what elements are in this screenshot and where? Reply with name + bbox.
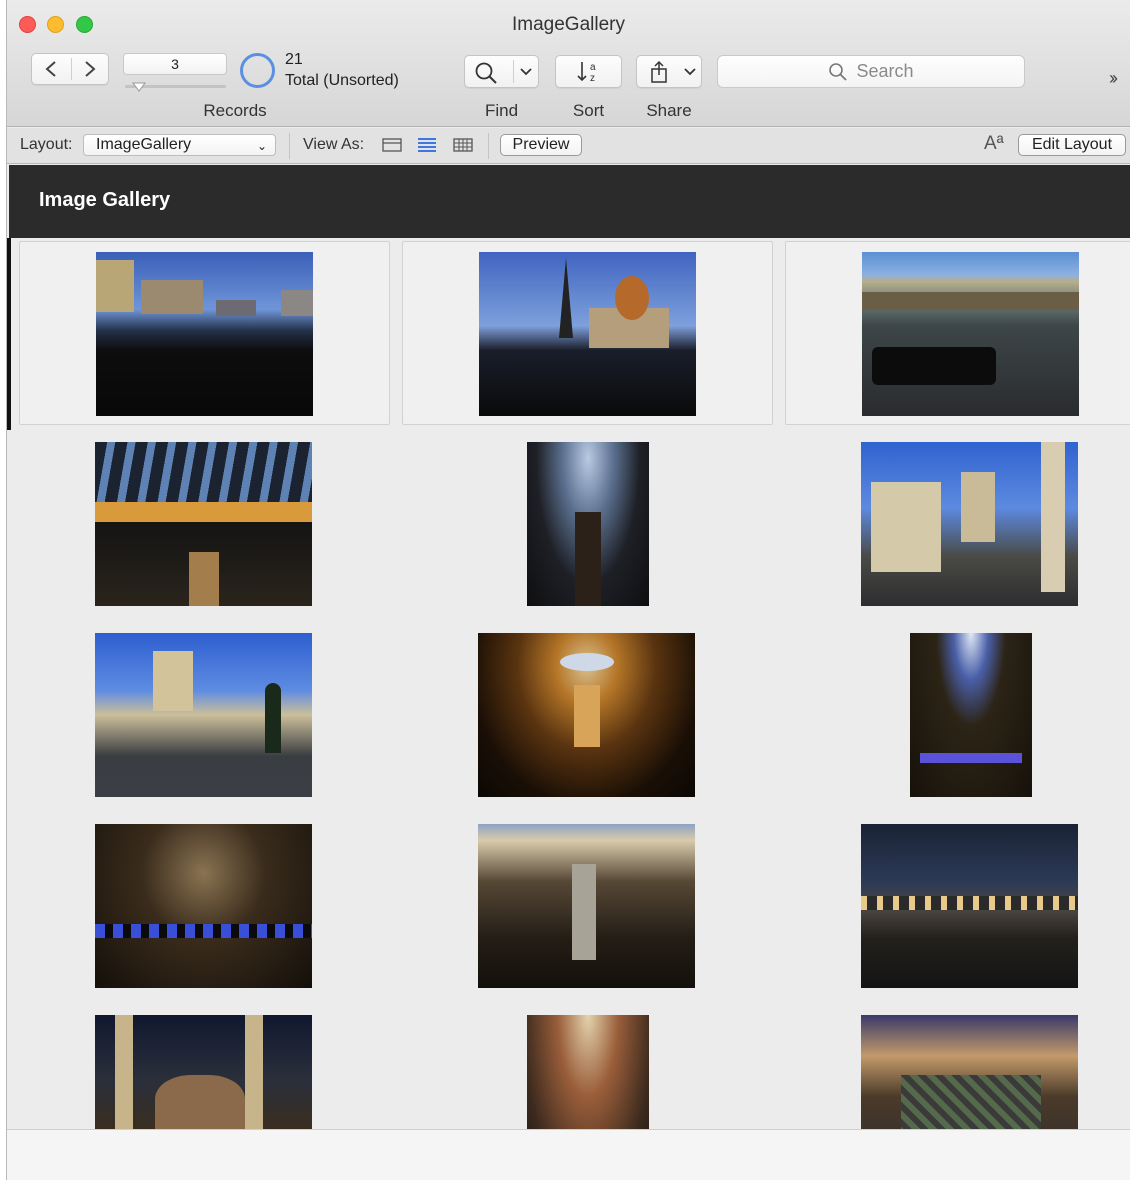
gallery-record[interactable] (785, 432, 1130, 616)
chevron-down-icon[interactable] (683, 66, 697, 78)
photo-thumbnail[interactable] (478, 824, 695, 988)
font-size-icon[interactable]: Aª (984, 133, 1004, 155)
layout-label: Layout: (20, 136, 73, 153)
photo-thumbnail[interactable] (95, 1015, 312, 1129)
total-records-count: 21 (285, 51, 303, 68)
edit-layout-button[interactable]: Edit Layout (1018, 134, 1126, 156)
slider-thumb-icon[interactable] (132, 82, 146, 92)
gallery-record[interactable] (19, 241, 390, 425)
gallery-record[interactable] (785, 814, 1130, 998)
gallery-record[interactable] (785, 241, 1130, 425)
layout-select[interactable]: ImageGallery ⌄ (83, 134, 276, 156)
page-title: Image Gallery (39, 189, 171, 211)
search-input[interactable]: Search (717, 55, 1025, 88)
gallery-record[interactable] (19, 432, 390, 616)
svg-text:a: a (590, 62, 596, 73)
image-grid (17, 241, 1130, 1129)
gallery-record[interactable] (785, 1005, 1130, 1129)
share-icon (651, 60, 667, 83)
photo-thumbnail[interactable] (95, 442, 312, 606)
photo-thumbnail[interactable] (861, 824, 1078, 988)
current-record-field[interactable]: 3 (123, 53, 227, 75)
gallery-record[interactable] (785, 623, 1130, 807)
chevron-down-icon: ⌄ (256, 139, 267, 153)
gallery-record[interactable] (402, 814, 773, 998)
photo-thumbnail[interactable] (861, 1015, 1078, 1129)
photo-thumbnail[interactable] (527, 1015, 649, 1129)
window-title: ImageGallery (512, 14, 625, 35)
search-placeholder: Search (856, 61, 914, 81)
chevron-down-icon[interactable] (519, 66, 533, 78)
chevron-right-icon (85, 61, 96, 77)
records-label: Records (203, 101, 267, 120)
share-button[interactable] (636, 55, 702, 88)
record-progress-ring-icon (240, 53, 275, 88)
view-as-label: View As: (303, 136, 365, 153)
table-view-icon[interactable] (453, 137, 473, 153)
gallery-record[interactable] (19, 814, 390, 998)
preview-button[interactable]: Preview (500, 134, 582, 156)
previous-record-button[interactable] (32, 54, 71, 84)
toolbar: ImageGallery 3 Records 21 Total (Unsorte… (7, 0, 1130, 127)
find-button[interactable] (464, 55, 539, 88)
next-record-button[interactable] (71, 54, 109, 84)
photo-thumbnail[interactable] (527, 442, 649, 606)
photo-thumbnail[interactable] (96, 252, 313, 416)
active-record-indicator (7, 238, 11, 430)
filemaker-window: ImageGallery 3 Records 21 Total (Unsorte… (6, 0, 1130, 1180)
chevron-left-icon (45, 61, 56, 77)
sort-button[interactable]: az (555, 55, 622, 88)
total-records-label: Total (Unsorted) (285, 72, 399, 89)
gallery-record[interactable] (402, 1005, 773, 1129)
photo-thumbnail[interactable] (862, 252, 1079, 416)
form-view-icon[interactable] (382, 137, 402, 153)
layout-header: Image Gallery (9, 165, 1130, 238)
gallery-record[interactable] (402, 241, 773, 425)
sort-label: Sort (572, 101, 605, 120)
search-icon (829, 62, 848, 81)
find-label: Find (484, 101, 519, 120)
svg-text:z: z (590, 73, 595, 84)
photo-thumbnail[interactable] (95, 824, 312, 988)
toolbar-overflow-chevron-icon[interactable]: ›› (1109, 68, 1118, 89)
gallery-record[interactable] (19, 1005, 390, 1129)
photo-thumbnail[interactable] (910, 633, 1032, 797)
list-view-icon[interactable] (417, 137, 437, 153)
sort-ascending-icon: az (576, 61, 596, 84)
photo-thumbnail[interactable] (861, 442, 1078, 606)
magnifier-icon (475, 62, 497, 84)
photo-thumbnail[interactable] (95, 633, 312, 797)
status-footer (7, 1129, 1130, 1180)
gallery-record[interactable] (402, 432, 773, 616)
photo-thumbnail[interactable] (479, 252, 696, 416)
photo-thumbnail[interactable] (478, 633, 695, 797)
layout-bar: Layout: ImageGallery ⌄ View As: Preview … (7, 128, 1130, 164)
record-nav-segment (31, 53, 109, 85)
gallery-record[interactable] (19, 623, 390, 807)
layout-select-value: ImageGallery (96, 136, 192, 153)
gallery-record[interactable] (402, 623, 773, 807)
share-label: Share (646, 101, 692, 120)
